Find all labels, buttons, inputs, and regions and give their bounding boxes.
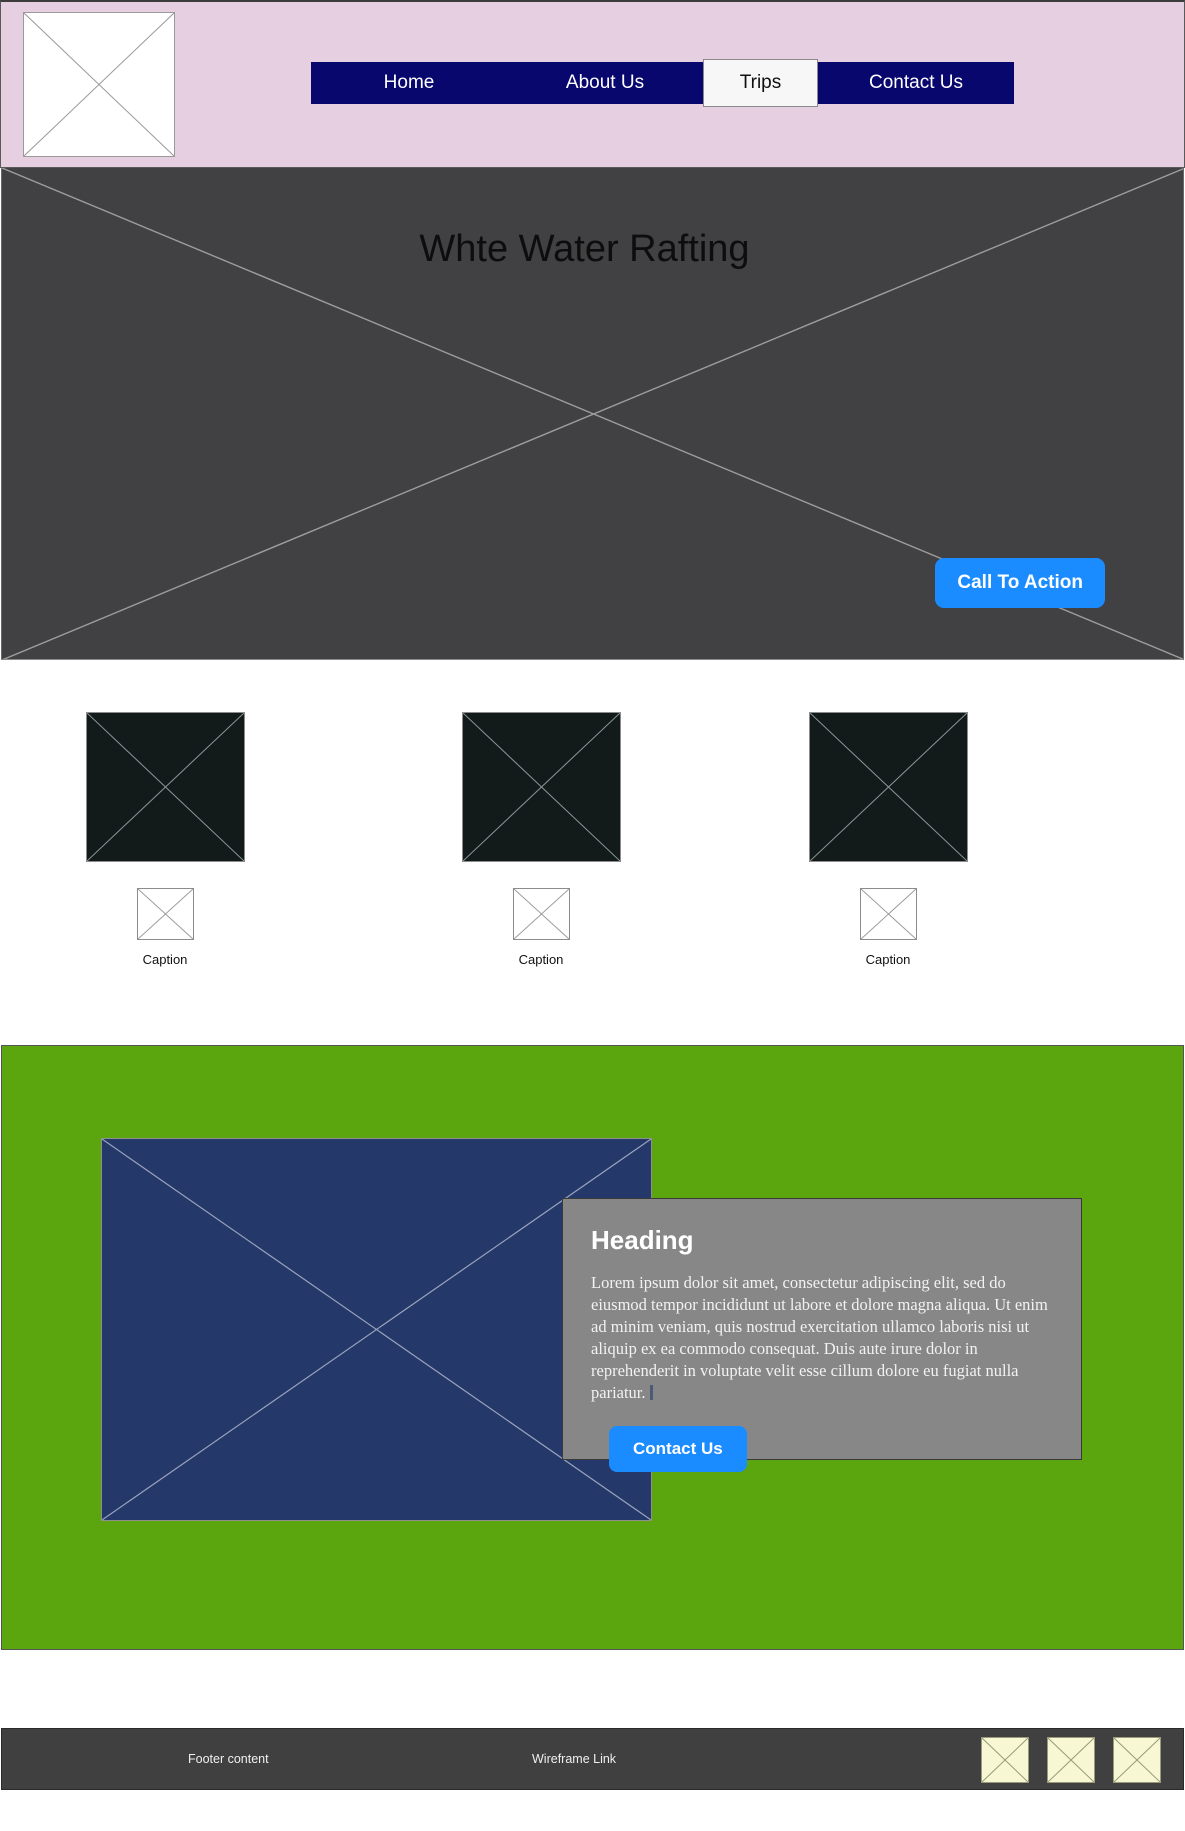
- feature-body-span: Lorem ipsum dolor sit amet, consectetur …: [591, 1273, 1048, 1402]
- card-caption: Caption: [518, 952, 564, 967]
- nav-item-home[interactable]: Home: [311, 62, 507, 104]
- site-header: Home About Us Trips Contact Us: [0, 0, 1185, 168]
- nav-item-trips[interactable]: Trips: [703, 59, 818, 107]
- nav-label: Home: [383, 72, 435, 93]
- section-spacer: [0, 1650, 1185, 1728]
- main-navigation: Home About Us Trips Contact Us: [311, 59, 1014, 107]
- card-caption: Caption: [865, 952, 911, 967]
- logo-x-icon: [24, 13, 174, 156]
- card-icon-placeholder[interactable]: [512, 888, 570, 940]
- logo-placeholder[interactable]: [23, 12, 175, 157]
- call-to-action-button[interactable]: Call To Action: [935, 558, 1105, 608]
- card-small-x-icon: [137, 889, 193, 939]
- nav-label: About Us: [565, 72, 645, 93]
- nav-item-contact-us[interactable]: Contact Us: [818, 62, 1014, 104]
- cards-section: Caption Caption Caption: [0, 660, 1185, 1045]
- contact-us-button[interactable]: Contact Us: [609, 1425, 747, 1472]
- feature-heading: Heading: [591, 1225, 694, 1255]
- footer-x-icon: [982, 1738, 1028, 1782]
- card-item: Caption: [376, 712, 706, 967]
- site-footer: Footer content Wireframe Link: [1, 1728, 1184, 1790]
- footer-x-icon: [1048, 1738, 1094, 1782]
- card-icon-placeholder[interactable]: [859, 888, 917, 940]
- card-image-placeholder[interactable]: [85, 712, 245, 862]
- wireframe-page: Home About Us Trips Contact Us Whte Wate…: [0, 0, 1185, 1790]
- card-caption: Caption: [142, 952, 188, 967]
- card-x-icon: [86, 713, 244, 861]
- footer-x-icon: [1114, 1738, 1160, 1782]
- footer-icon-placeholder[interactable]: [1047, 1737, 1095, 1783]
- footer-icon-placeholder[interactable]: [981, 1737, 1029, 1783]
- feature-text-card: Heading Lorem ipsum dolor sit amet, cons…: [562, 1198, 1082, 1472]
- nav-item-about-us[interactable]: About Us: [507, 62, 703, 104]
- nav-label: Contact Us: [869, 72, 963, 93]
- hero-title: Whte Water Rafting: [419, 228, 750, 270]
- card-item: Caption: [723, 712, 1053, 967]
- nav-label: Trips: [739, 72, 782, 93]
- card-icon-placeholder[interactable]: [136, 888, 194, 940]
- card-x-icon: [809, 713, 967, 861]
- footer-icon-placeholder[interactable]: [1113, 1737, 1161, 1783]
- card-image-placeholder[interactable]: [461, 712, 621, 862]
- card-small-x-icon: [860, 889, 916, 939]
- footer-content-text: Footer content: [188, 1752, 269, 1766]
- feature-body-text: Lorem ipsum dolor sit amet, consectetur …: [591, 1272, 1051, 1404]
- card-x-icon: [462, 713, 620, 861]
- card-item: Caption: [0, 712, 330, 967]
- text-caret: [649, 1384, 653, 1400]
- footer-wireframe-link[interactable]: Wireframe Link: [532, 1752, 616, 1766]
- feature-section: Heading Lorem ipsum dolor sit amet, cons…: [1, 1045, 1184, 1650]
- footer-icon-group: [981, 1737, 1161, 1783]
- card-small-x-icon: [513, 889, 569, 939]
- hero-cta-wrapper: Call To Action: [935, 558, 1105, 608]
- card-image-placeholder[interactable]: [808, 712, 968, 862]
